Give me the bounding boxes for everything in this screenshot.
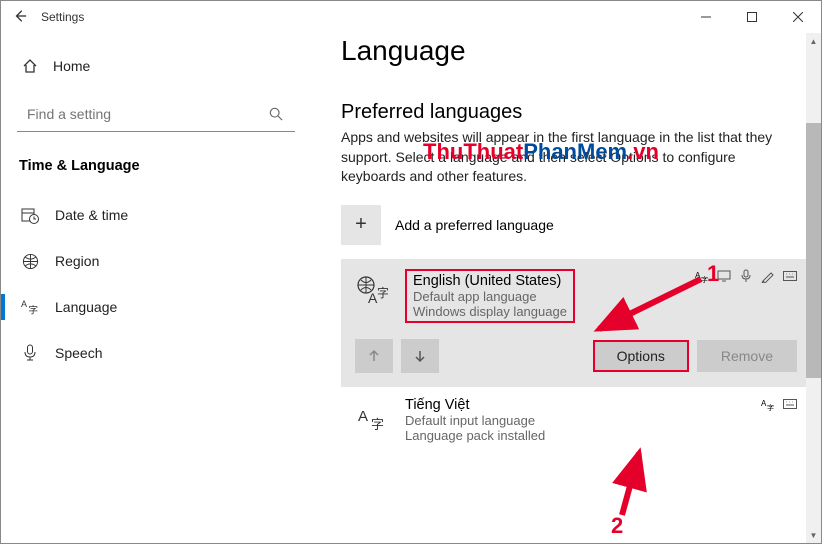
search-icon — [267, 105, 285, 123]
page-title: Language — [341, 35, 791, 67]
language-feature-icons: A字 — [695, 269, 797, 286]
svg-text:字: 字 — [28, 303, 38, 316]
language-subtitle: Language pack installed — [405, 428, 797, 443]
language-name: Tiếng Việt — [405, 397, 797, 413]
svg-text:字: 字 — [377, 285, 388, 300]
options-button[interactable]: Options — [593, 340, 689, 372]
globe-icon — [21, 252, 39, 270]
nav-date-time[interactable]: Date & time — [17, 196, 295, 234]
back-button[interactable] — [13, 9, 27, 26]
maximize-button[interactable] — [729, 1, 775, 33]
preferred-languages-heading: Preferred languages — [341, 101, 791, 124]
sidebar: Home Time & Language Date & time Region … — [1, 33, 311, 543]
titlebar: Settings — [1, 1, 821, 33]
nav-item-label: Region — [55, 253, 99, 269]
scroll-up-arrow[interactable]: ▲ — [806, 33, 821, 49]
scroll-thumb[interactable] — [806, 123, 821, 378]
language-card-vietnamese[interactable]: A字 Tiếng Việt Default input language Lan… — [341, 391, 811, 449]
nav-home[interactable]: Home — [17, 51, 295, 81]
language-card-english[interactable]: A字 English (United States) Default app l… — [341, 259, 811, 387]
annotation-arrow-2 — [607, 443, 657, 523]
annotation-label-2: 2 — [611, 513, 623, 539]
nav-language[interactable]: A字 Language — [17, 288, 295, 326]
language-icon: A字 — [21, 298, 39, 316]
microphone-icon — [21, 344, 39, 362]
window-title: Settings — [41, 10, 84, 24]
nav-speech[interactable]: Speech — [17, 334, 295, 372]
svg-text:字: 字 — [767, 403, 774, 411]
language-subtitle: Default app language — [413, 289, 567, 304]
keyboard-icon — [783, 269, 797, 286]
add-language-button[interactable]: + Add a preferred language — [341, 205, 791, 245]
remove-button[interactable]: Remove — [697, 340, 797, 372]
language-feature-icons: A字 — [761, 397, 797, 414]
home-icon — [21, 57, 39, 75]
scrollbar[interactable]: ▲ ▼ — [806, 33, 821, 543]
svg-text:字: 字 — [371, 417, 384, 432]
plus-icon: + — [341, 205, 381, 245]
nav-region[interactable]: Region — [17, 242, 295, 280]
minimize-button[interactable] — [683, 1, 729, 33]
nav-item-label: Speech — [55, 345, 102, 361]
tts-icon: A字 — [695, 269, 709, 286]
annotation-highlight-1: English (United States) Default app lang… — [405, 269, 575, 323]
language-subtitle: Windows display language — [413, 304, 567, 319]
nav-item-label: Language — [55, 299, 117, 315]
display-icon — [717, 269, 731, 286]
keyboard-icon — [783, 397, 797, 414]
svg-text:A: A — [358, 408, 368, 425]
language-glyph-icon: A字 — [355, 401, 389, 435]
language-name: English (United States) — [413, 273, 567, 289]
move-up-button[interactable] — [355, 339, 393, 373]
svg-text:A: A — [21, 299, 27, 309]
speech-icon — [739, 269, 753, 286]
add-language-label: Add a preferred language — [395, 217, 554, 233]
tts-icon: A字 — [761, 397, 775, 414]
preferred-languages-description: Apps and websites will appear in the fir… — [341, 128, 791, 187]
nav-item-label: Date & time — [55, 207, 128, 223]
svg-text:字: 字 — [701, 275, 708, 283]
close-button[interactable] — [775, 1, 821, 33]
move-down-button[interactable] — [401, 339, 439, 373]
language-glyph-icon: A字 — [355, 273, 389, 307]
search-box[interactable] — [17, 97, 295, 132]
nav-home-label: Home — [53, 58, 90, 74]
content-area: Language Preferred languages ThuThuatPha… — [311, 33, 821, 543]
window-controls — [683, 1, 821, 33]
handwriting-icon — [761, 269, 775, 286]
calendar-clock-icon — [21, 206, 39, 224]
language-subtitle: Default input language — [405, 413, 797, 428]
search-input[interactable] — [27, 106, 259, 122]
sidebar-section-heading: Time & Language — [17, 158, 295, 174]
scroll-down-arrow[interactable]: ▼ — [806, 527, 821, 543]
